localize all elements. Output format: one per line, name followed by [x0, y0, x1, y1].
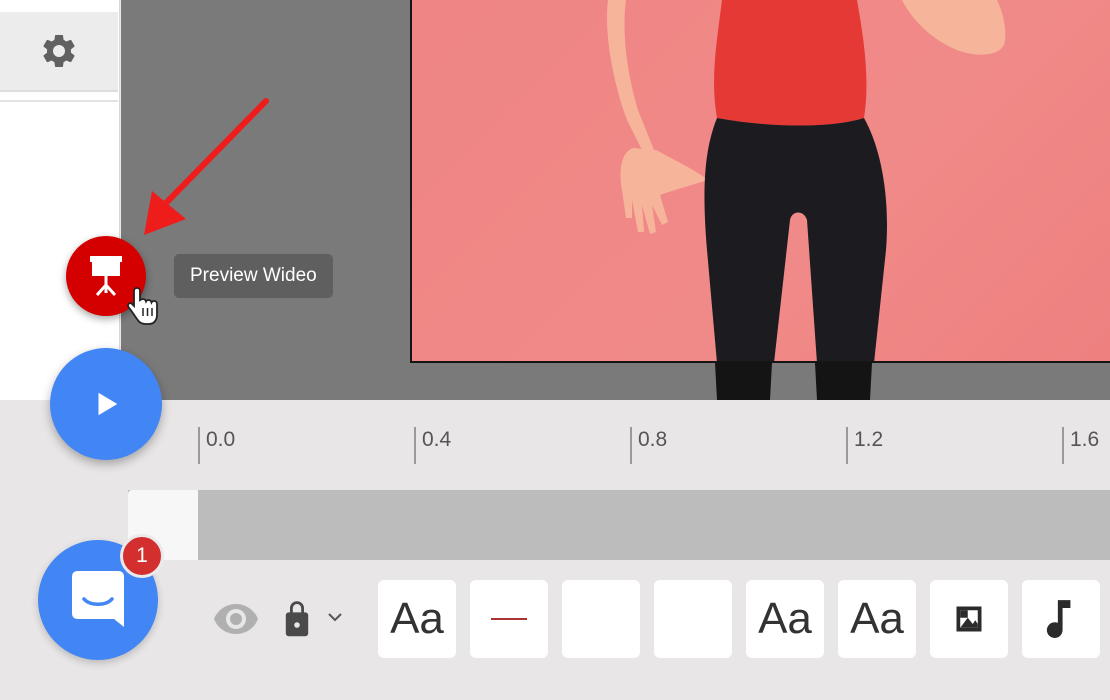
tool-music[interactable]	[1022, 580, 1100, 658]
ruler-label: 1.6	[1070, 428, 1100, 451]
ruler-label: 0.8	[638, 428, 668, 451]
ruler-label: 1.2	[854, 428, 884, 451]
hand-cursor-icon	[127, 287, 158, 325]
tool-text-style-1[interactable]: Aa	[378, 580, 456, 658]
ruler-tick	[414, 427, 416, 464]
notification-badge: 1	[120, 534, 164, 578]
preview-tooltip: Preview Wideo	[174, 254, 333, 298]
ruler-tick	[198, 427, 200, 464]
tool-text-style-2[interactable]: Aa	[746, 580, 824, 658]
line-icon	[491, 618, 527, 620]
play-button[interactable]	[50, 348, 162, 460]
left-sidebar	[0, 0, 120, 400]
presentation-icon	[90, 256, 122, 297]
lock-icon[interactable]	[280, 597, 314, 639]
text-style-icon: Aa	[850, 594, 904, 643]
tool-blank-2[interactable]	[654, 580, 732, 658]
scene-canvas[interactable]	[410, 0, 1110, 363]
play-icon	[98, 392, 118, 416]
tool-image[interactable]	[930, 580, 1008, 658]
ruler-label: 0.0	[206, 428, 236, 451]
chevron-down-icon[interactable]	[326, 610, 344, 624]
ruler-tick	[846, 427, 848, 464]
canvas-overflow	[410, 363, 1110, 400]
gear-icon	[43, 34, 75, 67]
timeline-track[interactable]	[128, 490, 1110, 560]
eye-icon[interactable]	[212, 600, 260, 636]
ruler-tick	[1062, 427, 1064, 464]
arrow-annotation-icon	[144, 98, 269, 235]
music-note-icon	[1046, 600, 1071, 638]
ruler-label: 0.4	[422, 428, 452, 451]
sidebar-divider	[0, 100, 118, 102]
settings-button[interactable]	[0, 12, 118, 92]
tool-blank-1[interactable]	[562, 580, 640, 658]
text-style-icon: Aa	[758, 594, 812, 643]
chat-icon	[72, 571, 124, 627]
character-illustration	[606, 0, 1006, 361]
tool-text-style-3[interactable]: Aa	[838, 580, 916, 658]
tool-line[interactable]	[470, 580, 548, 658]
text-style-icon: Aa	[390, 594, 444, 643]
ruler-tick	[630, 427, 632, 464]
image-icon	[956, 606, 982, 632]
